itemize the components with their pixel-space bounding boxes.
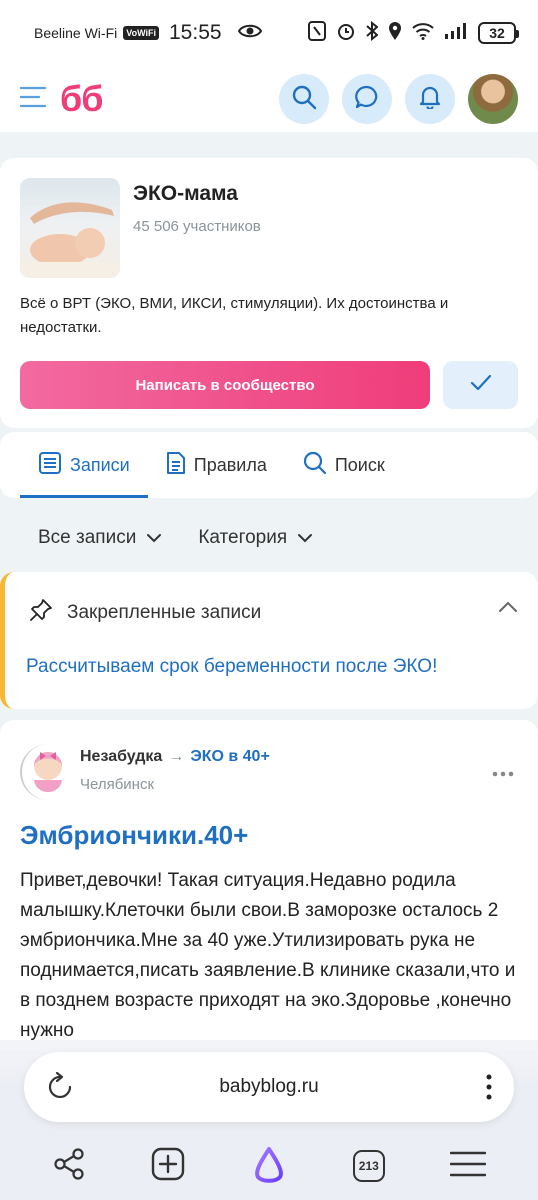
category-dropdown[interactable]: Категория [198, 527, 313, 549]
author-city: Челябинск [80, 776, 155, 793]
arrow-icon: → [168, 748, 185, 765]
search-button[interactable] [279, 74, 329, 124]
tab-rules[interactable]: Правила [148, 432, 285, 498]
status-bar: Beeline Wi-Fi VoWiFi 15:55 32 [0, 0, 538, 66]
chat-icon [355, 85, 379, 114]
app-header: бб [0, 66, 538, 132]
tab-search[interactable]: Поиск [285, 432, 403, 498]
eye-icon [237, 23, 262, 43]
community-title[interactable]: ЭКО-мама [133, 182, 238, 206]
tab-rules-label: Правила [193, 454, 267, 475]
menu-icon[interactable] [19, 86, 47, 113]
all-posts-label: Все записи [38, 527, 137, 548]
post-community-link[interactable]: ЭКО в 40+ [190, 748, 269, 766]
chevron-down-icon [297, 527, 313, 549]
chevron-down-icon [146, 527, 162, 549]
messages-button[interactable] [342, 74, 392, 124]
browser-bar: babyblog.ru 213 [0, 1040, 538, 1200]
kebab-menu-icon[interactable] [486, 1074, 492, 1105]
battery-indicator: 32 [478, 22, 519, 44]
carrier-label: Beeline Wi-Fi [34, 25, 118, 41]
alice-icon[interactable] [250, 1145, 288, 1188]
document-icon [166, 451, 186, 480]
location-icon [388, 21, 402, 45]
address-bar[interactable]: babyblog.ru [24, 1052, 514, 1122]
community-image [20, 178, 120, 278]
post-filters: Все записи Категория [0, 512, 538, 564]
members-count: 45 506 участников [133, 218, 261, 235]
clock: 15:55 [169, 21, 222, 44]
wifi-icon [412, 22, 434, 44]
signal-icon [444, 22, 468, 44]
post-body: Привет,девочки! Такая ситуация.Недавно р… [20, 870, 516, 1041]
tab-count-button[interactable]: 213 [352, 1150, 385, 1182]
site-logo[interactable]: бб [60, 78, 103, 120]
notifications-button[interactable] [405, 74, 455, 124]
search-icon [303, 451, 327, 480]
tab-posts-label: Записи [70, 454, 130, 475]
new-tab-icon[interactable] [151, 1147, 185, 1186]
community-tabs: Записи Правила Поиск [0, 432, 538, 498]
tab-posts[interactable]: Записи [20, 432, 148, 498]
pin-icon [29, 598, 53, 628]
pinned-post-link[interactable]: Рассчитываем срок беременности после ЭКО… [26, 656, 437, 678]
search-icon [291, 84, 317, 115]
joined-button[interactable] [443, 361, 518, 409]
bell-icon [419, 85, 441, 114]
tab-search-label: Поиск [334, 454, 385, 475]
alarm-icon [336, 21, 356, 45]
vowifi-badge: VoWiFi [123, 26, 159, 40]
chevron-up-icon[interactable] [498, 600, 518, 618]
category-label: Категория [198, 527, 288, 548]
check-icon [470, 374, 492, 397]
share-icon[interactable] [52, 1147, 86, 1186]
user-avatar[interactable] [468, 74, 518, 124]
pinned-heading: Закрепленные записи [67, 602, 262, 623]
bluetooth-icon [366, 20, 379, 45]
community-card: ЭКО-мама 45 506 участников Всё о ВРТ (ЭК… [0, 158, 538, 428]
pinned-posts-panel: Закрепленные записи Рассчитываем срок бе… [0, 572, 538, 709]
post-title[interactable]: Эмбриончики.40+ [20, 820, 248, 851]
write-to-community-button[interactable]: Написать в сообщество [20, 361, 430, 409]
nfc-icon [308, 21, 326, 45]
more-options-icon[interactable] [492, 764, 514, 782]
url-text: babyblog.ru [219, 1076, 319, 1097]
browser-navbar: 213 [0, 1140, 538, 1192]
author-avatar[interactable] [20, 744, 70, 800]
author-name[interactable]: Незабудка [80, 748, 162, 766]
community-description: Всё о ВРТ (ЭКО, ВМИ, ИКСИ, стимуляции). … [20, 295, 449, 336]
all-posts-dropdown[interactable]: Все записи [38, 527, 162, 549]
hamburger-menu-icon[interactable] [449, 1151, 486, 1182]
list-icon [38, 451, 62, 480]
